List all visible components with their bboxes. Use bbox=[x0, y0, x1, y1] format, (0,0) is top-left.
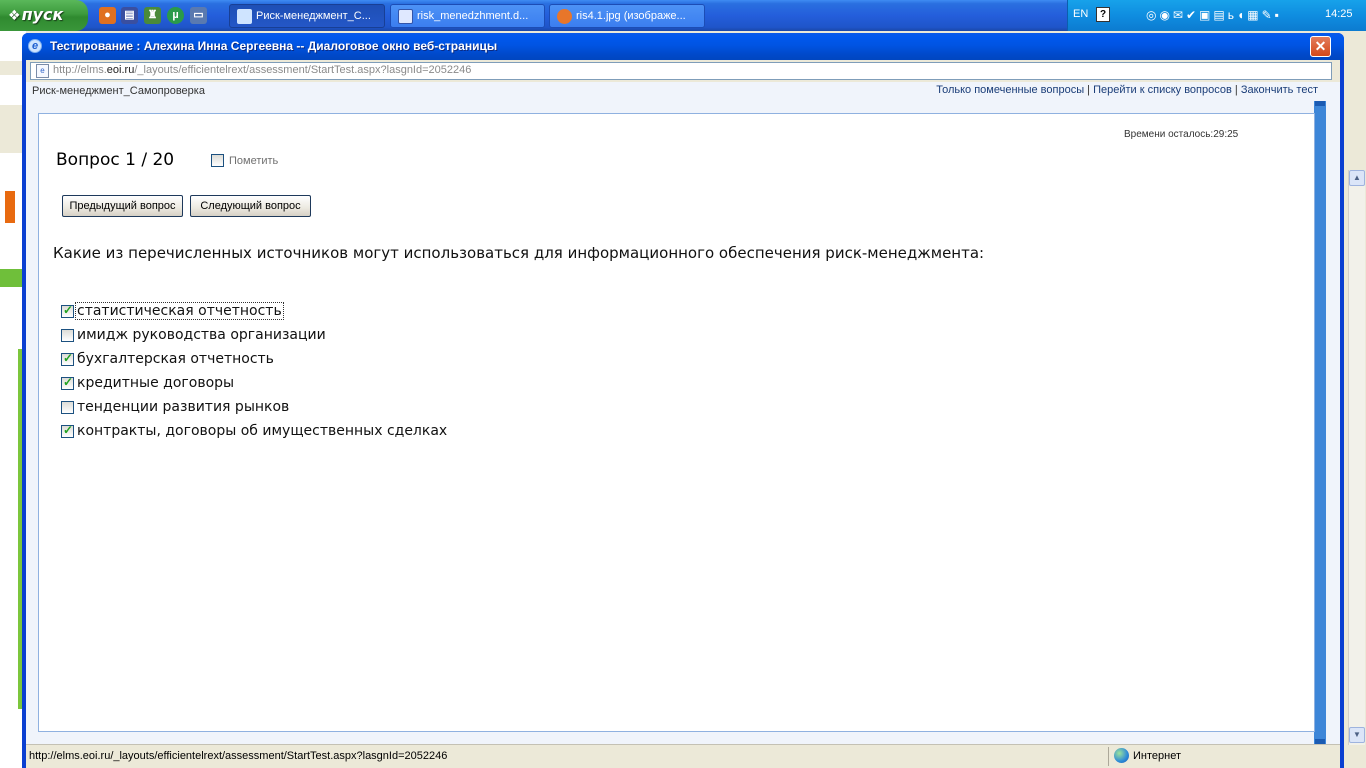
task-label: Риск-менеджмент_С... bbox=[256, 10, 371, 22]
question-number: Вопрос 1 / 20 bbox=[56, 150, 175, 170]
address-url: http://elms.eoi.ru/_layouts/efficientelr… bbox=[53, 64, 472, 76]
windows-flag-icon: ❖ bbox=[8, 8, 21, 24]
answer-label[interactable]: статистическая отчетность bbox=[75, 302, 284, 320]
torrent-icon[interactable]: µ bbox=[167, 7, 184, 24]
background-scrollbar[interactable]: ▲ ▼ bbox=[1348, 170, 1365, 745]
task-image[interactable]: ris4.1.jpg (изображе... bbox=[549, 4, 705, 28]
ie-icon: e bbox=[28, 39, 42, 53]
dialog-window: e Тестирование : Алехина Инна Сергеевна … bbox=[22, 33, 1344, 768]
taskbar: ❖пуск ● ▤ ♜ µ ▭ Риск-менеджмент_С... ris… bbox=[0, 0, 1366, 31]
marked-only-link[interactable]: Только помеченные вопросы bbox=[936, 84, 1084, 96]
address-bar: e http://elms.eoi.ru/_layouts/efficiente… bbox=[26, 60, 1340, 82]
link-separator: | bbox=[1084, 84, 1094, 96]
dialog-title: Тестирование : Алехина Инна Сергеевна --… bbox=[50, 39, 498, 53]
task-label: risk_menedzhment.d... bbox=[417, 10, 529, 22]
show-desktop-icon[interactable]: ▭ bbox=[190, 7, 207, 24]
test-header: Риск-менеджмент_Самопроверка Только поме… bbox=[26, 82, 1326, 101]
system-tray: EN ? ◎◉✉✔▣▤ь◖▦✎▪ 14:25 bbox=[1067, 0, 1366, 31]
answer-label[interactable]: контракты, договоры об имущественных сде… bbox=[76, 423, 448, 439]
next-question-button[interactable]: Следующий вопрос bbox=[190, 195, 311, 217]
start-button[interactable]: ❖пуск bbox=[0, 0, 88, 31]
answer-label[interactable]: бухгалтерская отчетность bbox=[76, 351, 275, 367]
answer-label[interactable]: имидж руководства организации bbox=[76, 327, 327, 343]
header-links: Только помеченные вопросы | Перейти к сп… bbox=[936, 84, 1318, 96]
close-button[interactable]: ✕ bbox=[1310, 36, 1331, 57]
status-divider bbox=[1108, 747, 1109, 766]
answer-label[interactable]: тенденции развития рынков bbox=[76, 399, 290, 415]
mark-label: Пометить bbox=[229, 155, 279, 167]
firefox-icon bbox=[557, 9, 572, 24]
mark-checkbox[interactable] bbox=[211, 154, 224, 167]
answer-checkbox[interactable] bbox=[61, 351, 74, 366]
language-indicator[interactable]: EN bbox=[1073, 8, 1088, 20]
word-icon bbox=[398, 9, 413, 24]
scroll-cap-top bbox=[1315, 101, 1325, 106]
clock: 14:25 bbox=[1325, 8, 1353, 20]
page-scrollbar[interactable] bbox=[1314, 101, 1326, 744]
ie-icon bbox=[237, 9, 252, 24]
security-zone: Интернет bbox=[1133, 750, 1181, 762]
answer-checkbox[interactable] bbox=[61, 329, 74, 342]
scroll-up-arrow-icon[interactable]: ▲ bbox=[1349, 170, 1365, 186]
answer-checkbox[interactable] bbox=[61, 423, 74, 438]
save-icon[interactable]: ▤ bbox=[121, 7, 138, 24]
answer-checkbox[interactable] bbox=[61, 401, 74, 414]
help-icon[interactable]: ? bbox=[1096, 7, 1110, 22]
status-url: http://elms.eoi.ru/_layouts/efficientelr… bbox=[29, 750, 448, 762]
page-icon: e bbox=[36, 64, 49, 78]
firefox-icon[interactable]: ● bbox=[99, 7, 116, 24]
course-title: Риск-менеджмент_Самопроверка bbox=[32, 85, 205, 97]
question-text: Какие из перечисленных источников могут … bbox=[53, 244, 985, 262]
tool-icon[interactable]: ♜ bbox=[144, 7, 161, 24]
answer-checkbox[interactable] bbox=[61, 303, 74, 318]
question-list-link[interactable]: Перейти к списку вопросов bbox=[1093, 84, 1232, 96]
start-label: пуск bbox=[21, 5, 64, 24]
answer-checkbox[interactable] bbox=[61, 375, 74, 390]
question-card: Времени осталось:29:25 Вопрос 1 / 20 Пом… bbox=[38, 113, 1315, 732]
close-icon: ✕ bbox=[1314, 38, 1327, 54]
scroll-down-arrow-icon[interactable]: ▼ bbox=[1349, 727, 1365, 743]
task-word-doc[interactable]: risk_menedzhment.d... bbox=[390, 4, 545, 28]
task-label: ris4.1.jpg (изображе... bbox=[576, 10, 686, 22]
task-risk-management[interactable]: Риск-менеджмент_С... bbox=[229, 4, 385, 28]
globe-icon bbox=[1114, 748, 1129, 763]
page-content: Риск-менеджмент_Самопроверка Только поме… bbox=[26, 82, 1340, 744]
answer-label[interactable]: кредитные договоры bbox=[76, 375, 235, 391]
status-bar: http://elms.eoi.ru/_layouts/efficientelr… bbox=[26, 744, 1340, 768]
address-field[interactable]: e http://elms.eoi.ru/_layouts/efficiente… bbox=[30, 62, 1332, 80]
link-separator: | bbox=[1231, 84, 1241, 96]
dialog-titlebar[interactable]: e Тестирование : Алехина Инна Сергеевна … bbox=[22, 33, 1344, 60]
previous-question-button[interactable]: Предыдущий вопрос bbox=[62, 195, 183, 217]
finish-test-link[interactable]: Закончить тест bbox=[1241, 84, 1318, 96]
time-remaining: Времени осталось:29:25 bbox=[1124, 129, 1239, 140]
tray-icons[interactable]: ◎◉✉✔▣▤ь◖▦✎▪ bbox=[1146, 8, 1282, 22]
